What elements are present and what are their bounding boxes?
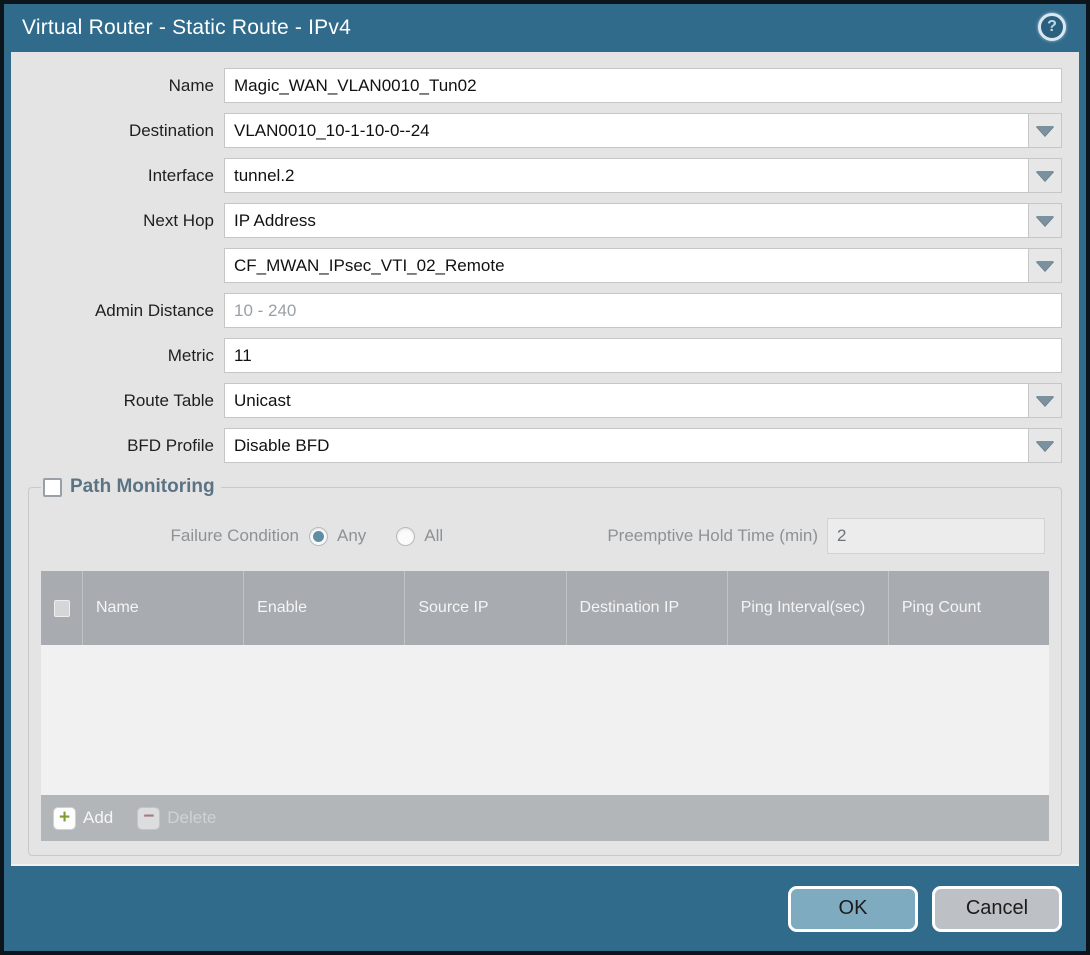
- chevron-down-icon: [1036, 126, 1054, 136]
- destination-label: Destination: [28, 121, 214, 141]
- next-hop-address-row: [28, 248, 1062, 283]
- delete-button-label: Delete: [167, 808, 216, 828]
- route-table-label: Route Table: [28, 391, 214, 411]
- minus-icon: −: [137, 807, 160, 830]
- failure-condition-row: Failure Condition Any All Preemptive Hol…: [41, 518, 1045, 554]
- path-monitoring-label: Path Monitoring: [70, 476, 215, 498]
- bfd-profile-row: BFD Profile: [28, 428, 1062, 463]
- path-monitoring-legend: Path Monitoring: [41, 476, 221, 498]
- radio-selected-icon: [309, 527, 328, 546]
- radio-any-label: Any: [337, 526, 366, 546]
- failure-condition-all-radio[interactable]: All: [396, 526, 443, 546]
- dialog-content: Name Destination Interface Next Hop: [11, 52, 1079, 866]
- interface-dropdown-button[interactable]: [1029, 158, 1062, 193]
- dialog-footer: OK Cancel: [4, 866, 1086, 951]
- select-all-checkbox[interactable]: [54, 600, 70, 617]
- next-hop-label: Next Hop: [28, 211, 214, 231]
- static-route-dialog: Virtual Router - Static Route - IPv4 ? N…: [0, 0, 1090, 955]
- bfd-profile-dropdown-button[interactable]: [1029, 428, 1062, 463]
- next-hop-address-dropdown-button[interactable]: [1029, 248, 1062, 283]
- name-label: Name: [28, 76, 214, 96]
- destination-input[interactable]: [224, 113, 1029, 148]
- dialog-title: Virtual Router - Static Route - IPv4: [22, 16, 351, 40]
- column-header-source-ip: Source IP: [404, 571, 565, 645]
- table-header-row: Name Enable Source IP Destination IP Pin…: [41, 571, 1049, 645]
- help-icon[interactable]: ?: [1038, 13, 1066, 41]
- path-monitoring-table: Name Enable Source IP Destination IP Pin…: [41, 571, 1049, 841]
- name-row: Name: [28, 68, 1062, 103]
- route-table-row: Route Table: [28, 383, 1062, 418]
- chevron-down-icon: [1036, 441, 1054, 451]
- destination-dropdown-button[interactable]: [1029, 113, 1062, 148]
- chevron-down-icon: [1036, 261, 1054, 271]
- column-header-ping-count: Ping Count: [888, 571, 1049, 645]
- admin-distance-label: Admin Distance: [28, 301, 214, 321]
- chevron-down-icon: [1036, 216, 1054, 226]
- next-hop-address-input[interactable]: [224, 248, 1029, 283]
- bfd-profile-label: BFD Profile: [28, 436, 214, 456]
- bfd-profile-input[interactable]: [224, 428, 1029, 463]
- name-input[interactable]: [224, 68, 1062, 103]
- metric-input[interactable]: [224, 338, 1062, 373]
- column-header-enable: Enable: [243, 571, 404, 645]
- destination-row: Destination: [28, 113, 1062, 148]
- table-body: [41, 645, 1049, 795]
- interface-row: Interface: [28, 158, 1062, 193]
- admin-distance-row: Admin Distance: [28, 293, 1062, 328]
- add-button[interactable]: + Add: [53, 807, 113, 830]
- preemptive-hold-time-input[interactable]: [827, 518, 1045, 554]
- delete-button[interactable]: − Delete: [137, 807, 216, 830]
- metric-row: Metric: [28, 338, 1062, 373]
- next-hop-type-dropdown-button[interactable]: [1029, 203, 1062, 238]
- select-all-cell: [41, 571, 82, 645]
- next-hop-row: Next Hop: [28, 203, 1062, 238]
- radio-unselected-icon: [396, 527, 415, 546]
- route-table-dropdown-button[interactable]: [1029, 383, 1062, 418]
- failure-condition-any-radio[interactable]: Any: [309, 526, 366, 546]
- cancel-button[interactable]: Cancel: [932, 886, 1062, 932]
- column-header-ping-interval: Ping Interval(sec): [727, 571, 888, 645]
- column-header-name: Name: [82, 571, 243, 645]
- failure-condition-label: Failure Condition: [41, 526, 299, 546]
- next-hop-type-input[interactable]: [224, 203, 1029, 238]
- route-table-input[interactable]: [224, 383, 1029, 418]
- column-header-destination-ip: Destination IP: [566, 571, 727, 645]
- table-toolbar: + Add − Delete: [41, 795, 1049, 841]
- preemptive-hold-time-label: Preemptive Hold Time (min): [607, 526, 818, 546]
- metric-label: Metric: [28, 346, 214, 366]
- radio-all-label: All: [424, 526, 443, 546]
- ok-button[interactable]: OK: [788, 886, 918, 932]
- add-button-label: Add: [83, 808, 113, 828]
- chevron-down-icon: [1036, 396, 1054, 406]
- chevron-down-icon: [1036, 171, 1054, 181]
- dialog-title-bar: Virtual Router - Static Route - IPv4 ?: [4, 4, 1086, 52]
- plus-icon: +: [53, 807, 76, 830]
- path-monitoring-checkbox[interactable]: [43, 478, 62, 497]
- path-monitoring-section: Path Monitoring Failure Condition Any Al…: [28, 476, 1062, 856]
- admin-distance-input[interactable]: [224, 293, 1062, 328]
- interface-label: Interface: [28, 166, 214, 186]
- interface-input[interactable]: [224, 158, 1029, 193]
